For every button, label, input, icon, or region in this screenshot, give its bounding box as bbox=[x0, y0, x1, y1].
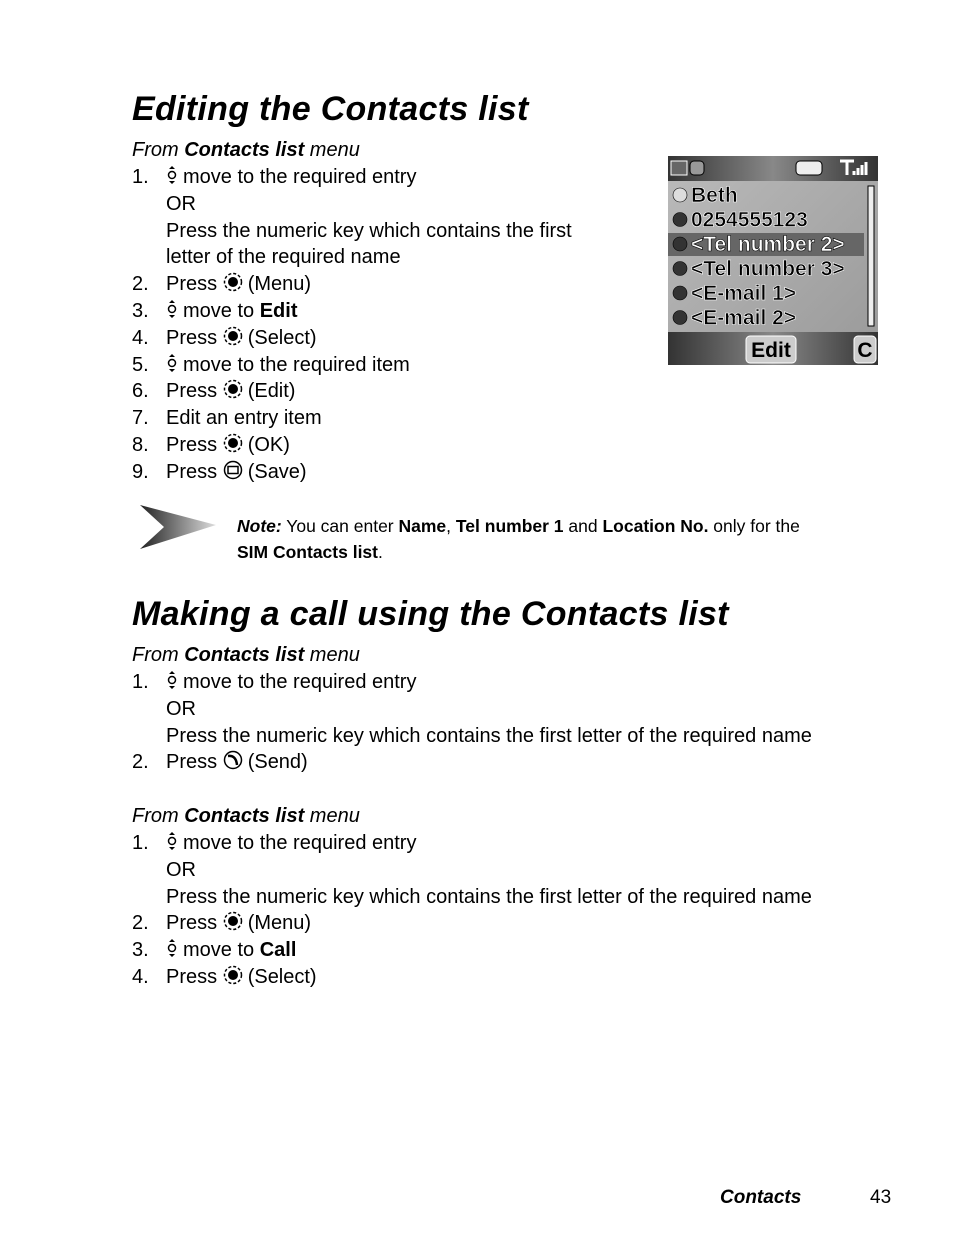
from-menu-label: From Contacts list menu bbox=[132, 139, 360, 161]
step-number: 9. bbox=[132, 460, 149, 483]
center-key-icon bbox=[223, 326, 243, 352]
person-icon bbox=[672, 187, 688, 203]
center-key-icon bbox=[223, 379, 243, 405]
contact-entry[interactable]: Beth bbox=[691, 184, 738, 208]
step-text: Press (Edit) bbox=[166, 379, 295, 405]
vibrate-icon bbox=[795, 160, 823, 176]
section-title-editing: Editing the Contacts list bbox=[132, 90, 529, 128]
step-text: move to the required entry bbox=[166, 670, 416, 696]
scrollbar[interactable] bbox=[867, 185, 875, 327]
step-text: move to Edit bbox=[166, 299, 297, 325]
contact-entry[interactable]: <Tel number 3> bbox=[691, 257, 845, 281]
step-number: 2. bbox=[132, 273, 149, 296]
step-text: move to the required entry bbox=[166, 165, 416, 191]
step-text: OR bbox=[166, 858, 196, 881]
step-text: OR bbox=[166, 697, 196, 720]
center-key-icon bbox=[223, 911, 243, 937]
contact-entry[interactable]: <E-mail 2> bbox=[691, 306, 797, 330]
footer-section: Contacts bbox=[720, 1187, 802, 1208]
step-text: move to the required item bbox=[166, 353, 410, 379]
step-text: Press (Menu) bbox=[166, 911, 311, 937]
step-number: 7. bbox=[132, 407, 149, 430]
navigate-updown-icon bbox=[166, 938, 178, 964]
step-number: 2. bbox=[132, 912, 149, 935]
step-text: Press the numeric key which contains the… bbox=[166, 219, 572, 242]
step-text: Press (Select) bbox=[166, 965, 317, 991]
contact-entry[interactable]: <Tel number 2> bbox=[691, 233, 845, 257]
step-number: 3. bbox=[132, 300, 149, 322]
step-text: letter of the required name bbox=[166, 246, 401, 269]
center-key-icon bbox=[223, 272, 243, 298]
section-title-making-call: Making a call using the Contacts list bbox=[132, 595, 729, 633]
center-key-icon bbox=[223, 965, 243, 991]
step-text: move to Call bbox=[166, 938, 296, 964]
phone-number-icon bbox=[672, 212, 688, 227]
navigate-updown-icon bbox=[166, 670, 178, 696]
step-text: Press (Select) bbox=[166, 326, 317, 352]
step-number: 4. bbox=[132, 326, 149, 349]
step-text: Press the numeric key which contains the… bbox=[166, 885, 812, 908]
navigate-updown-icon bbox=[166, 165, 178, 191]
step-text: Press (Send) bbox=[166, 750, 308, 776]
step-text: Edit an entry item bbox=[166, 407, 322, 430]
step-number: 3. bbox=[132, 939, 149, 962]
phone-number-icon bbox=[672, 261, 688, 276]
soft-key-icon bbox=[223, 460, 243, 486]
page-number: 43 bbox=[870, 1187, 892, 1208]
step-number: 6. bbox=[132, 380, 149, 403]
from-menu-label: From Contacts list menu bbox=[132, 644, 360, 666]
step-number: 1. bbox=[132, 671, 149, 693]
step-text: Press (Menu) bbox=[166, 272, 311, 298]
step-number: 1. bbox=[132, 166, 149, 188]
navigate-updown-icon bbox=[166, 353, 178, 379]
note-arrow-icon bbox=[140, 505, 216, 549]
email-icon bbox=[672, 285, 688, 301]
send-key-icon bbox=[223, 750, 243, 776]
email-icon bbox=[672, 310, 688, 325]
phone-number-icon bbox=[672, 236, 688, 252]
step-number: 5. bbox=[132, 353, 149, 376]
contact-entry[interactable]: 0254555123 bbox=[691, 208, 808, 232]
edit-softkey-label: Edit bbox=[751, 339, 791, 362]
step-text: Press the numeric key which contains the… bbox=[166, 724, 812, 747]
step-text: move to the required entry bbox=[166, 831, 416, 857]
navigate-updown-icon bbox=[166, 299, 178, 325]
step-text: OR bbox=[166, 192, 196, 215]
contact-entry[interactable]: <E-mail 1> bbox=[691, 282, 797, 306]
note-text: Note: You can enter Name, Tel number 1 a… bbox=[237, 516, 800, 562]
navigate-updown-icon bbox=[166, 831, 178, 857]
clear-key-label: C bbox=[857, 339, 872, 362]
step-number: 4. bbox=[132, 966, 149, 988]
phone-screenshot: Beth0254555123<Tel number 2><Tel number … bbox=[668, 156, 878, 365]
step-number: 2. bbox=[132, 751, 149, 774]
center-key-icon bbox=[223, 433, 243, 459]
from-menu-label: From Contacts list menu bbox=[132, 805, 360, 827]
step-number: 8. bbox=[132, 434, 149, 456]
step-text: Press (OK) bbox=[166, 433, 290, 459]
step-number: 1. bbox=[132, 832, 149, 854]
step-text: Press (Save) bbox=[166, 460, 307, 486]
